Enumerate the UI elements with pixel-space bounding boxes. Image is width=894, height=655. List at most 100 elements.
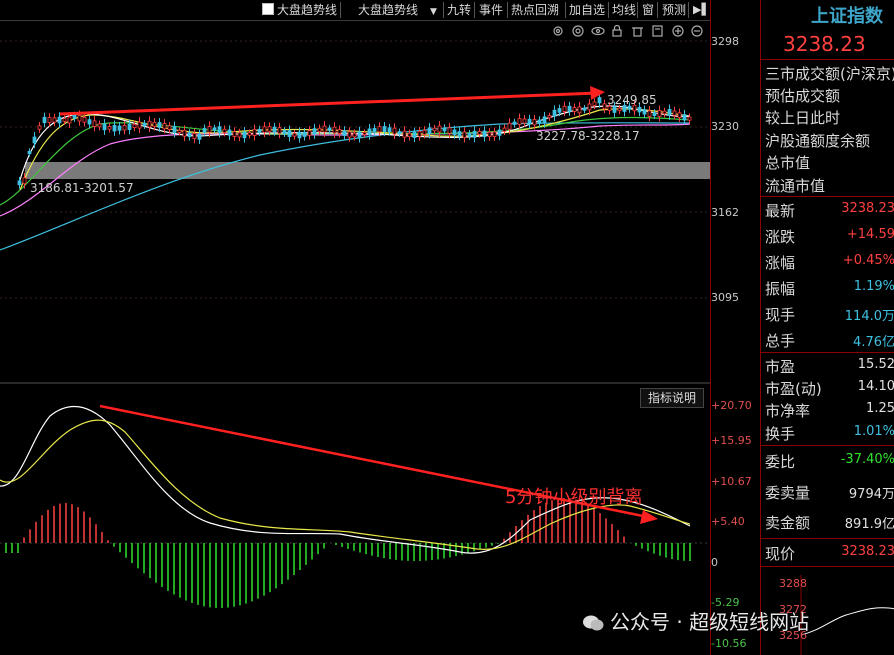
chevron-down-icon[interactable]: ▼ <box>430 7 437 17</box>
order-label: 卖金额 <box>765 514 811 532</box>
candle-body <box>72 114 77 119</box>
candle-body <box>47 117 52 123</box>
info-label: 预估成交额 <box>765 87 841 105</box>
candle-body <box>292 132 297 137</box>
candle-body <box>332 126 337 134</box>
stat-value-total-volume: 4.76亿 <box>853 335 894 350</box>
trendline-checkbox[interactable]: 大盘趋势线 <box>262 2 337 18</box>
stat-label: 现手 <box>765 306 796 324</box>
candle-body <box>487 131 492 138</box>
candle-body <box>247 132 252 136</box>
candle-body <box>557 108 562 113</box>
candle-body <box>577 106 582 114</box>
candle-body <box>212 127 217 131</box>
info-label: 总市值 <box>765 154 811 172</box>
candle-body <box>592 101 597 106</box>
candle-body <box>252 129 257 136</box>
candle-body <box>162 123 167 130</box>
candle-body <box>452 129 457 135</box>
candle-body <box>382 126 387 132</box>
price-arrow-head <box>590 86 605 100</box>
candle-body <box>182 129 187 137</box>
candle-body <box>582 107 587 111</box>
candle-body <box>97 123 102 128</box>
ratio-label: 市净率 <box>765 402 811 420</box>
info-label: 较上日此时 <box>765 109 841 127</box>
candle-body <box>132 123 137 129</box>
candle-body <box>532 119 537 126</box>
price-tick: 3230 <box>711 120 739 133</box>
play-last-icon[interactable]: ▶▌ <box>693 2 710 18</box>
watermark: 公众号 · 超级短线网站 <box>582 606 809 635</box>
stat-label: 涨幅 <box>765 254 796 272</box>
candle-body <box>422 129 427 135</box>
candle-body <box>202 128 207 133</box>
candle-body <box>397 131 402 135</box>
candle-body <box>392 127 397 135</box>
candle-body <box>562 105 567 112</box>
candle-body <box>687 116 692 121</box>
toolbar-item-events[interactable]: 事件 <box>479 2 503 18</box>
stat-label: 总手 <box>765 332 796 350</box>
info-label: 三市成交额(沪深京) <box>765 65 894 83</box>
candle-body <box>102 123 107 131</box>
toolbar-item-forecast[interactable]: 预测 <box>662 2 686 18</box>
candle-body <box>302 131 307 137</box>
macd-histogram <box>5 498 691 608</box>
macd-tick: +20.70 <box>711 399 752 412</box>
divergence-arrow-head <box>640 510 658 524</box>
candle-body <box>567 105 572 112</box>
stat-value-change: +14.59 <box>846 227 894 242</box>
candle-body <box>637 106 642 113</box>
macd-tick: +5.40 <box>711 515 745 528</box>
macd-tick: -10.56 <box>711 637 747 650</box>
checkbox-icon[interactable] <box>262 3 274 15</box>
toolbar-item-window[interactable]: 窗 <box>642 2 654 18</box>
divider <box>761 445 894 446</box>
chart-area[interactable] <box>0 20 710 655</box>
candle-body <box>522 118 527 124</box>
candle-body <box>117 125 122 131</box>
trendline-checkbox-label: 大盘趋势线 <box>277 3 338 17</box>
candle-body <box>462 131 467 138</box>
toolbar-divider <box>608 2 609 18</box>
toolbar-item-ma[interactable]: 均线 <box>612 2 636 18</box>
toolbar-item-add-watchlist[interactable]: 加自选 <box>569 2 605 18</box>
candle-body <box>92 120 97 127</box>
candle-body <box>657 110 662 117</box>
candle-body <box>272 126 277 132</box>
toolbar-item-jiuzhuan[interactable]: 九转 <box>447 2 471 18</box>
candle-body <box>52 117 57 123</box>
candle-body <box>82 117 87 123</box>
info-label: 沪股通额度余额 <box>765 132 871 150</box>
candle-body <box>152 121 157 127</box>
toolbar-divider <box>443 2 444 18</box>
indicator-dropdown-value: 大盘趋势线 <box>358 3 419 17</box>
candle-body <box>672 110 677 116</box>
macd-tick: +10.67 <box>711 475 752 488</box>
candle-body <box>137 121 142 129</box>
candle-body <box>327 127 332 131</box>
indicator-help-button[interactable]: 指标说明 <box>640 388 704 408</box>
candle-body <box>682 114 687 121</box>
toolbar-item-hotspot[interactable]: 热点回溯 <box>511 2 559 18</box>
candle-body <box>387 127 392 133</box>
candle-body <box>402 130 407 138</box>
candle-body <box>667 108 672 116</box>
toolbar-divider <box>565 2 566 18</box>
range-label-left: 3186.81-3201.57 <box>30 181 134 195</box>
candle-body <box>197 133 202 140</box>
candle-body <box>282 130 287 134</box>
ratio-value-turnover: 1.01% <box>853 424 894 439</box>
stat-label: 振幅 <box>765 280 796 298</box>
candle-body <box>312 128 317 135</box>
info-label: 流通市值 <box>765 177 826 195</box>
macd-tick: +15.95 <box>711 434 752 447</box>
indicator-dropdown[interactable]: 大盘趋势线 ▼ <box>358 2 437 18</box>
mini-tick: 3288 <box>779 577 807 590</box>
candle-body <box>517 118 522 125</box>
candle-body <box>442 127 447 132</box>
chart-toolbar: 大盘趋势线 大盘趋势线 ▼ 九转 事件 热点回溯 加自选 均线 窗 预测 ▶▌ <box>0 0 710 21</box>
candle-body <box>602 103 607 110</box>
ratio-label: 换手 <box>765 425 796 443</box>
